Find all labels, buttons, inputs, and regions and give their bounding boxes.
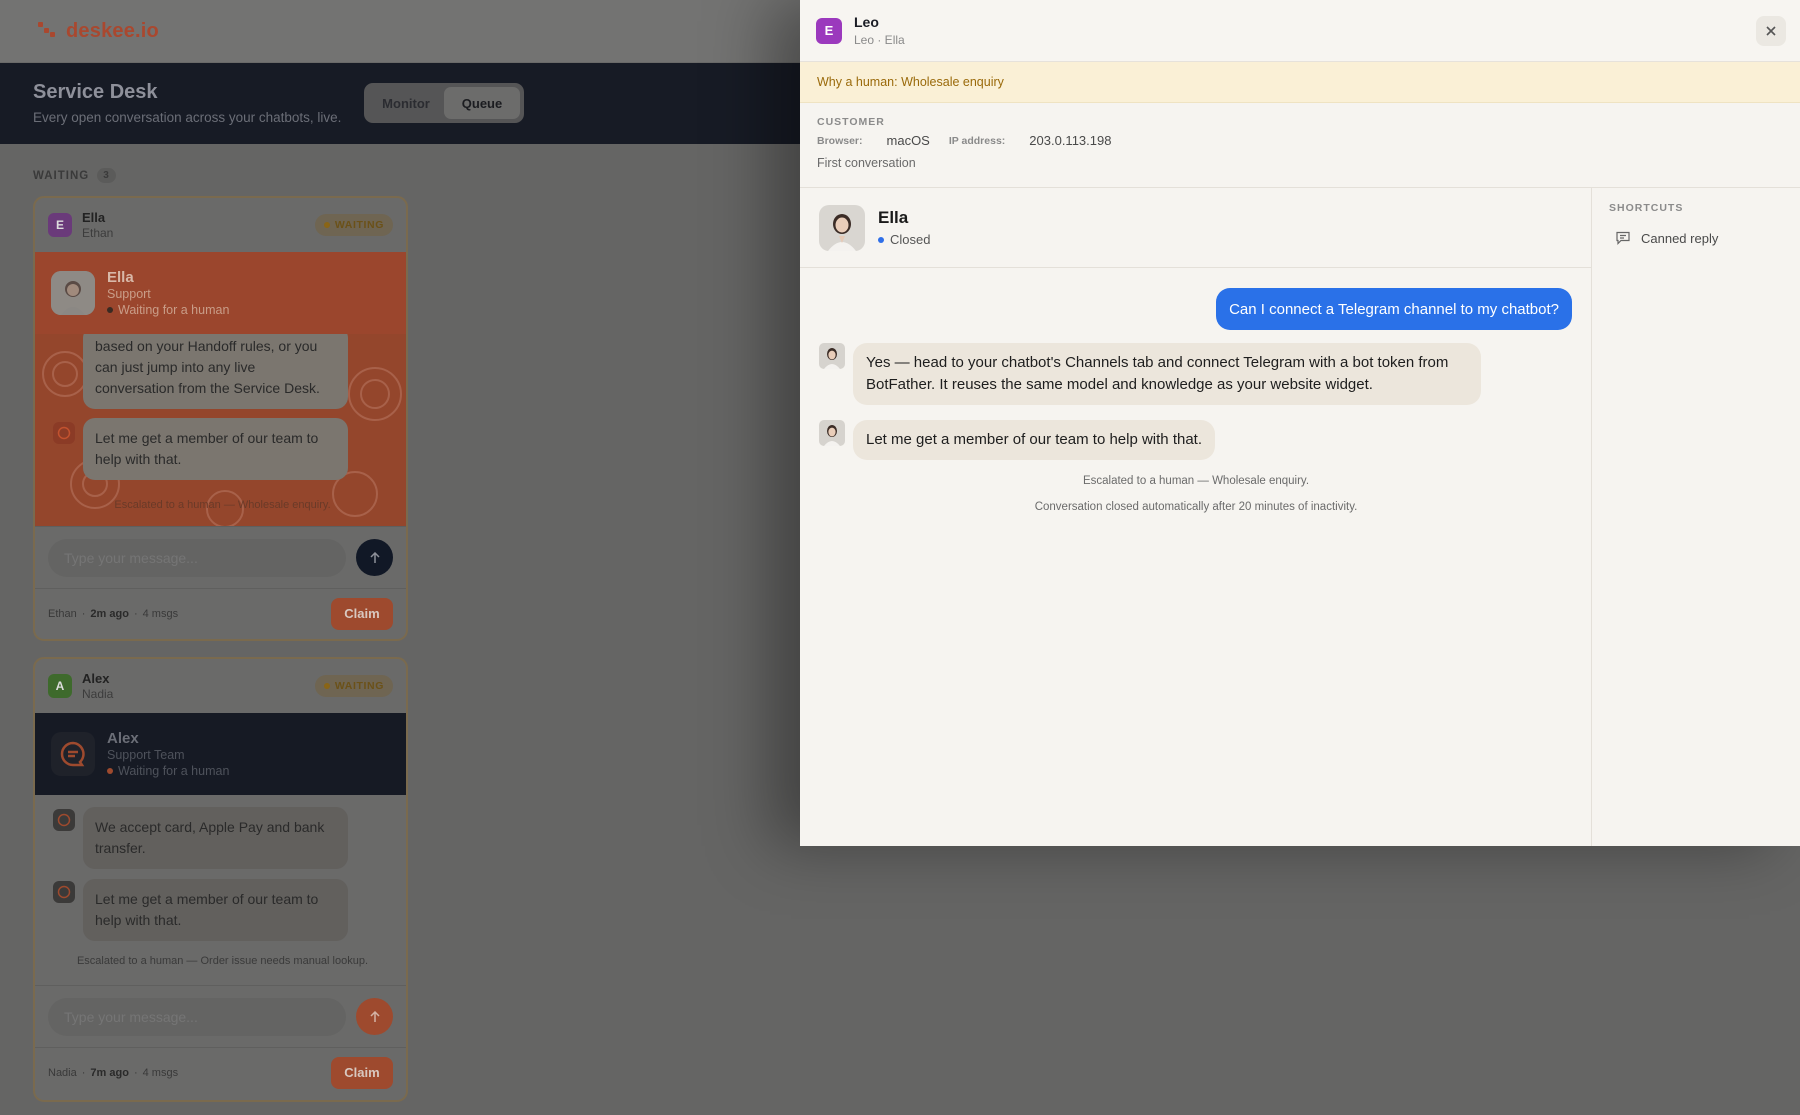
system-note: Escalated to a human — Order issue needs… [76,955,369,967]
send-button[interactable] [356,539,393,576]
drawer-title: Leo [854,14,879,30]
arrow-up-icon [369,1010,380,1022]
section-title: WAITING [33,169,90,182]
footer-agent: Nadia [48,1066,77,1079]
chat-bubble: based on your Handoff rules, or you can … [83,334,348,409]
footer-time: 2m ago [90,607,129,620]
tab-queue[interactable]: Queue [444,87,520,119]
system-note: Escalated to a human — Wholesale enquiry… [114,499,331,511]
card-footer: Nadia · 7m ago · 4 msgs Claim [35,1047,406,1097]
conversation-drawer: E Leo Leo · Ella Why a human: Wholesale … [800,0,1800,846]
widget-header: Ella Support Waiting for a human [35,252,406,334]
bot-avatar [51,732,95,776]
bot-avatar-small [819,420,845,446]
customer-avatar: E [48,213,72,237]
claim-button[interactable]: Claim [331,1056,393,1089]
conversation-card[interactable]: A Alex Nadia WAITING Alex Support Team W… [33,657,408,1102]
chat-bubble: We accept card, Apple Pay and bank trans… [83,807,348,869]
tab-monitor[interactable]: Monitor [368,87,444,119]
composer [35,526,406,588]
status-badge: WAITING [314,214,393,236]
drawer-body: Ella Closed Can I connect a Telegram cha… [800,188,1800,846]
footer-msg-count: 4 msgs [142,1066,179,1079]
widget-bot-role: Support Team [107,748,185,762]
widget-status: Waiting for a human [107,303,229,317]
card-header: E Ella Ethan WAITING [35,198,406,252]
message-input[interactable] [48,997,346,1036]
bot-message: Let me get a member of our team to help … [853,420,1216,460]
footer-agent: Ethan [48,607,77,620]
claim-button[interactable]: Claim [331,597,393,630]
widget-header: Alex Support Team Waiting for a human [35,713,406,795]
bot-avatar-small [819,343,845,369]
bot-avatar [51,271,95,315]
shortcut-canned-reply[interactable]: Canned reply [1609,230,1783,246]
drawer-avatar: E [816,17,842,44]
chat-bubble: Let me get a member of our team to help … [83,418,348,480]
browser-value: macOS [886,133,930,148]
handoff-reason: Why a human: Wholesale enquiry [800,62,1800,103]
bot-message: Yes — head to your chatbot's Channels ta… [853,343,1481,405]
first-conversation-note: First conversation [817,156,916,170]
arrow-up-icon [369,551,380,563]
bot-icon [53,422,75,444]
card-messages: based on your Handoff rules, or you can … [35,334,406,526]
card-header: A Alex Nadia WAITING [35,659,406,713]
footer-time: 7m ago [90,1066,129,1079]
customer-name: Ella [82,210,106,225]
message-input[interactable] [48,538,346,577]
widget-bot-role: Support [107,287,151,301]
section-count: 3 [97,168,116,183]
agent-name: Nadia [82,687,114,701]
system-note: Conversation closed automatically after … [1034,501,1358,513]
close-icon [1766,26,1776,36]
customer-panel: CUSTOMER Browser: macOS IP address: 203.… [800,103,1800,188]
view-toggle: Monitor Queue [364,83,524,123]
chat-bubble: Let me get a member of our team to help … [83,879,348,941]
conversation-status: Closed [878,232,930,247]
brand-name: deskee.io [66,19,159,42]
logo-icon [38,22,56,40]
bot-name: Ella [878,208,909,227]
shortcuts-label: SHORTCUTS [1609,202,1684,214]
browser-label: Browser: [817,134,863,147]
drawer-subtitle: Leo · Ella [854,33,905,47]
status-badge: WAITING [314,675,393,697]
system-note: Escalated to a human — Wholesale enquiry… [1082,475,1310,487]
chat-bubble-icon [60,741,85,767]
send-button[interactable] [356,998,393,1035]
customer-label: CUSTOMER [817,116,885,128]
message-icon [1616,231,1630,245]
conversation-card[interactable]: E Ella Ethan WAITING Ella Support Waitin… [33,196,408,641]
customer-name: Alex [82,671,110,686]
chat-header: Ella Closed [800,188,1591,268]
agent-name: Ethan [82,226,114,240]
customer-avatar: A [48,674,72,698]
customer-details: Browser: macOS IP address: 203.0.113.198 [817,133,1783,148]
bot-icon [53,809,75,831]
user-message: Can I connect a Telegram channel to my c… [1216,288,1572,330]
widget-bot-name: Alex [107,730,139,747]
widget-status: Waiting for a human [107,764,229,778]
close-button[interactable] [1756,16,1786,46]
drawer-header: E Leo Leo · Ella [800,0,1800,62]
card-footer: Ethan · 2m ago · 4 msgs Claim [35,588,406,638]
shortcut-label: Canned reply [1641,230,1719,246]
waiting-section-label: WAITING 3 [33,168,116,183]
bot-avatar [819,204,865,251]
ip-value: 203.0.113.198 [1029,133,1112,148]
composer [35,985,406,1047]
footer-msg-count: 4 msgs [142,607,179,620]
bot-icon [53,881,75,903]
status-dot-icon [878,236,884,243]
widget-bot-name: Ella [107,269,134,286]
ip-label: IP address: [948,134,1006,147]
card-messages: We accept card, Apple Pay and bank trans… [35,795,406,985]
chat-transcript: Ella Closed Can I connect a Telegram cha… [800,188,1592,846]
shortcuts-panel: SHORTCUTS Canned reply [1592,188,1800,846]
